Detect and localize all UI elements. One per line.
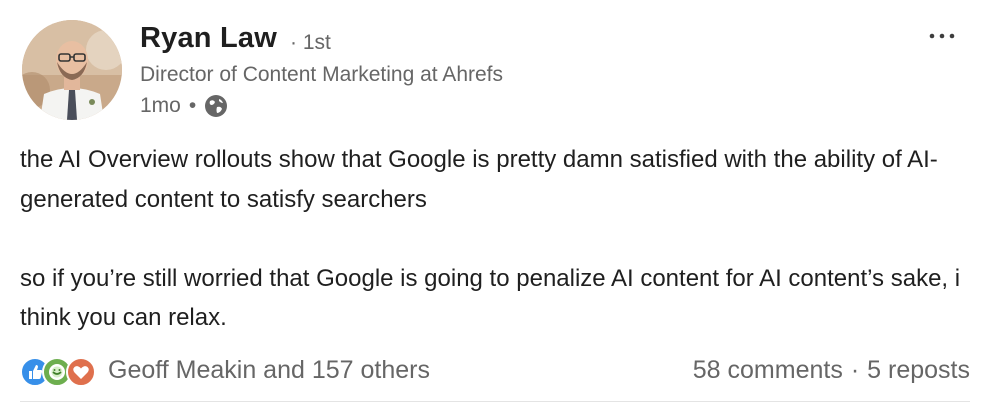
author-avatar[interactable] <box>22 20 122 120</box>
author-photo <box>22 20 122 120</box>
globe-icon <box>204 94 228 118</box>
post-text: the AI Overview rollouts show that Googl… <box>20 140 980 338</box>
more-icon <box>929 33 955 39</box>
author-name[interactable]: Ryan Law <box>140 22 277 55</box>
post-meta: 1mo • <box>140 93 228 119</box>
connection-degree: · 1st <box>290 31 331 54</box>
author-headline: Director of Content Marketing at Ahrefs <box>140 63 503 86</box>
reaction-icons <box>20 355 102 387</box>
counts-separator: · <box>850 355 860 384</box>
post-paragraph: the AI Overview rollouts show that Googl… <box>20 146 938 213</box>
post-time[interactable]: 1mo <box>140 94 181 118</box>
engagement-counts: 58 comments · 5 reposts <box>693 352 970 388</box>
reactions-summary[interactable]: Geoff Meakin and 157 others <box>20 352 430 388</box>
feed-post: Ryan Law · 1st Director of Content Marke… <box>0 0 1002 404</box>
reactors-text[interactable]: Geoff Meakin and 157 others <box>108 356 430 385</box>
comments-count[interactable]: 58 comments <box>693 356 843 385</box>
post-paragraph: so if you’re still worried that Google i… <box>20 264 961 332</box>
divider <box>20 401 970 402</box>
more-options-button[interactable] <box>922 24 962 48</box>
love-icon <box>66 357 96 387</box>
reposts-count[interactable]: 5 reposts <box>867 356 970 385</box>
time-separator: • <box>188 94 197 117</box>
